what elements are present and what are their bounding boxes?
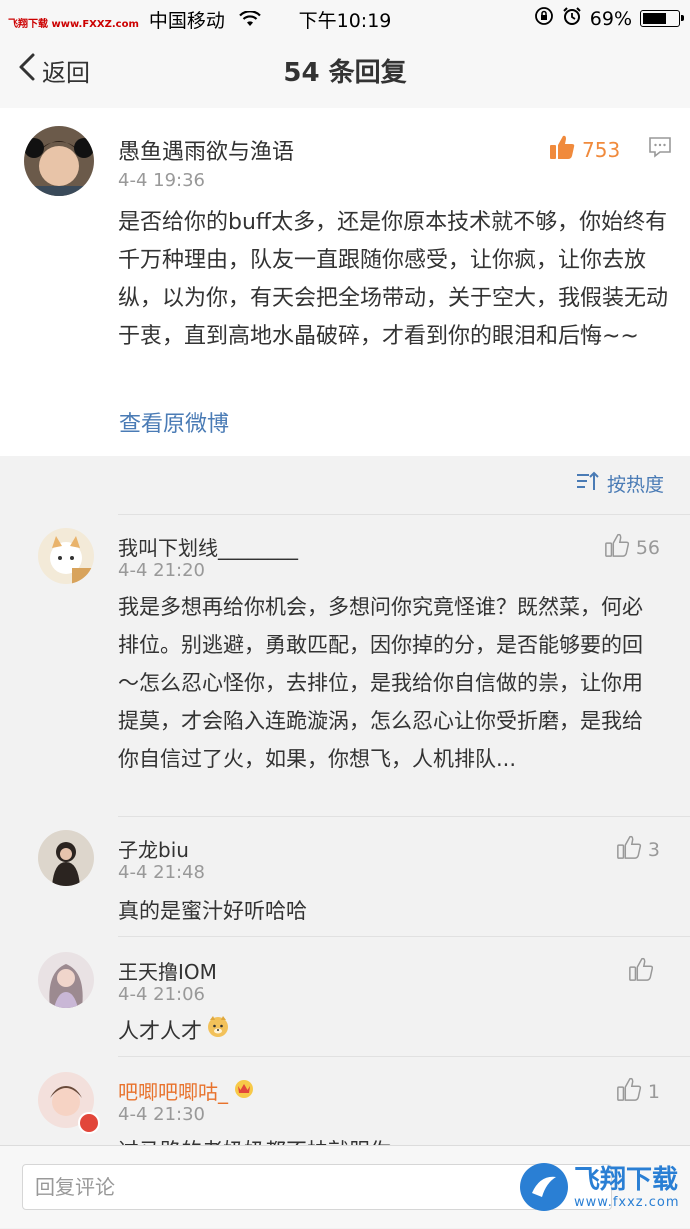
crown-icon	[232, 1077, 256, 1104]
vip-badge-icon	[78, 1112, 100, 1134]
like-count: 1	[647, 1080, 660, 1103]
alarm-icon	[562, 6, 582, 31]
like-count: 56	[635, 536, 660, 559]
sort-icon	[575, 470, 599, 497]
reply-item: 吧唧吧唧咕_ 4-4 21:30 1 过马路的老奶奶都不扶就服你	[0, 1056, 690, 1145]
watermark-line2: www.fxxz.com	[574, 1194, 680, 1210]
thumbs-up-filled-icon	[548, 133, 576, 166]
watermark-logo-icon	[520, 1163, 568, 1211]
reply-time: 4-4 21:48	[118, 862, 205, 883]
reply-time: 4-4 21:30	[118, 1104, 205, 1125]
reply-text: 过马路的老奶奶都不扶就服你	[118, 1132, 663, 1145]
main-comment: 愚鱼遇雨欲与渔语 4-4 19:36 753 是否给你的buff太多，还是你原本…	[0, 108, 690, 456]
like-button[interactable]: 3	[616, 834, 660, 865]
like-button[interactable]: 56	[604, 532, 660, 563]
reply-author[interactable]: 王天撸IOM	[118, 956, 217, 985]
battery-percent: 69%	[589, 7, 632, 30]
reply-icon[interactable]	[648, 135, 672, 163]
sort-bar: 按热度	[0, 456, 690, 514]
thumbs-up-icon	[628, 956, 654, 987]
comment-author[interactable]: 愚鱼遇雨欲与渔语	[118, 134, 294, 166]
watermark-text: 飞翔下载 www.fxxz.com	[574, 1165, 680, 1210]
battery-icon	[640, 10, 684, 27]
like-count: 3	[647, 838, 660, 861]
divider	[118, 514, 690, 515]
avatar[interactable]	[38, 952, 94, 1008]
thumbs-up-icon	[616, 1076, 642, 1107]
reply-item: 我叫下划线________ 4-4 21:20 56 我是多想再给你机会，多想问…	[0, 514, 690, 816]
avatar[interactable]	[24, 126, 94, 196]
reply-item: 王天撸IOM 4-4 21:06 人才人才	[0, 936, 690, 1056]
reply-text-content: 人才人才	[118, 1019, 202, 1043]
reply-author[interactable]: 子龙biu	[118, 834, 189, 863]
reply-text: 我是多想再给你机会，多想问你究竟怪谁？既然菜，何必排位。别逃避，勇敢匹配，因你掉…	[118, 595, 643, 771]
comment-text: 是否给你的buff太多，还是你原本技术就不够，你始终有千万种理由，队友一直跟随你…	[118, 210, 669, 349]
divider	[118, 816, 690, 817]
like-button[interactable]: 753	[548, 133, 620, 166]
reply-text: 人才人才	[118, 1012, 663, 1050]
watermark-logo: 飞翔下载 www.fxxz.com	[520, 1148, 686, 1226]
reply-text: 真的是蜜汁好听哈哈	[118, 899, 307, 923]
reply-time: 4-4 21:20	[118, 560, 205, 581]
page-title: 54 条回复	[283, 58, 407, 88]
avatar[interactable]	[38, 528, 94, 584]
nav-bar: 返回 54 条回复	[0, 36, 690, 109]
thumbs-up-icon	[616, 834, 642, 865]
sort-label: 按热度	[606, 474, 664, 496]
reply-author[interactable]: 吧唧吧唧咕_	[118, 1076, 256, 1105]
avatar[interactable]	[38, 830, 94, 886]
doge-emoji-icon	[206, 1012, 230, 1050]
reply-input-bar: 回复评论 飞翔下载 www.fxxz.com	[0, 1145, 690, 1228]
reply-author-name: 吧唧吧唧咕_	[118, 1080, 228, 1104]
like-button[interactable]: 1	[616, 1076, 660, 1107]
reply-time: 4-4 21:06	[118, 984, 205, 1005]
status-right: 69%	[534, 6, 684, 31]
watermark-line1: 飞翔下载	[574, 1164, 679, 1195]
like-button[interactable]	[628, 956, 660, 987]
divider	[118, 1056, 690, 1057]
reply-author[interactable]: 我叫下划线________	[118, 532, 298, 561]
view-original-link[interactable]: 查看原微博	[119, 406, 229, 438]
sort-button[interactable]: 按热度	[575, 470, 664, 497]
rotation-lock-icon	[534, 6, 554, 31]
thumbs-up-icon	[604, 532, 630, 563]
status-bar: 飞翔下载 www.FXXZ.com 中国移动 下午10:19 69%	[0, 0, 690, 36]
reply-item: 子龙biu 4-4 21:48 3 真的是蜜汁好听哈哈	[0, 816, 690, 936]
like-count: 753	[582, 137, 621, 162]
divider	[118, 936, 690, 937]
comment-time: 4-4 19:36	[118, 170, 205, 191]
